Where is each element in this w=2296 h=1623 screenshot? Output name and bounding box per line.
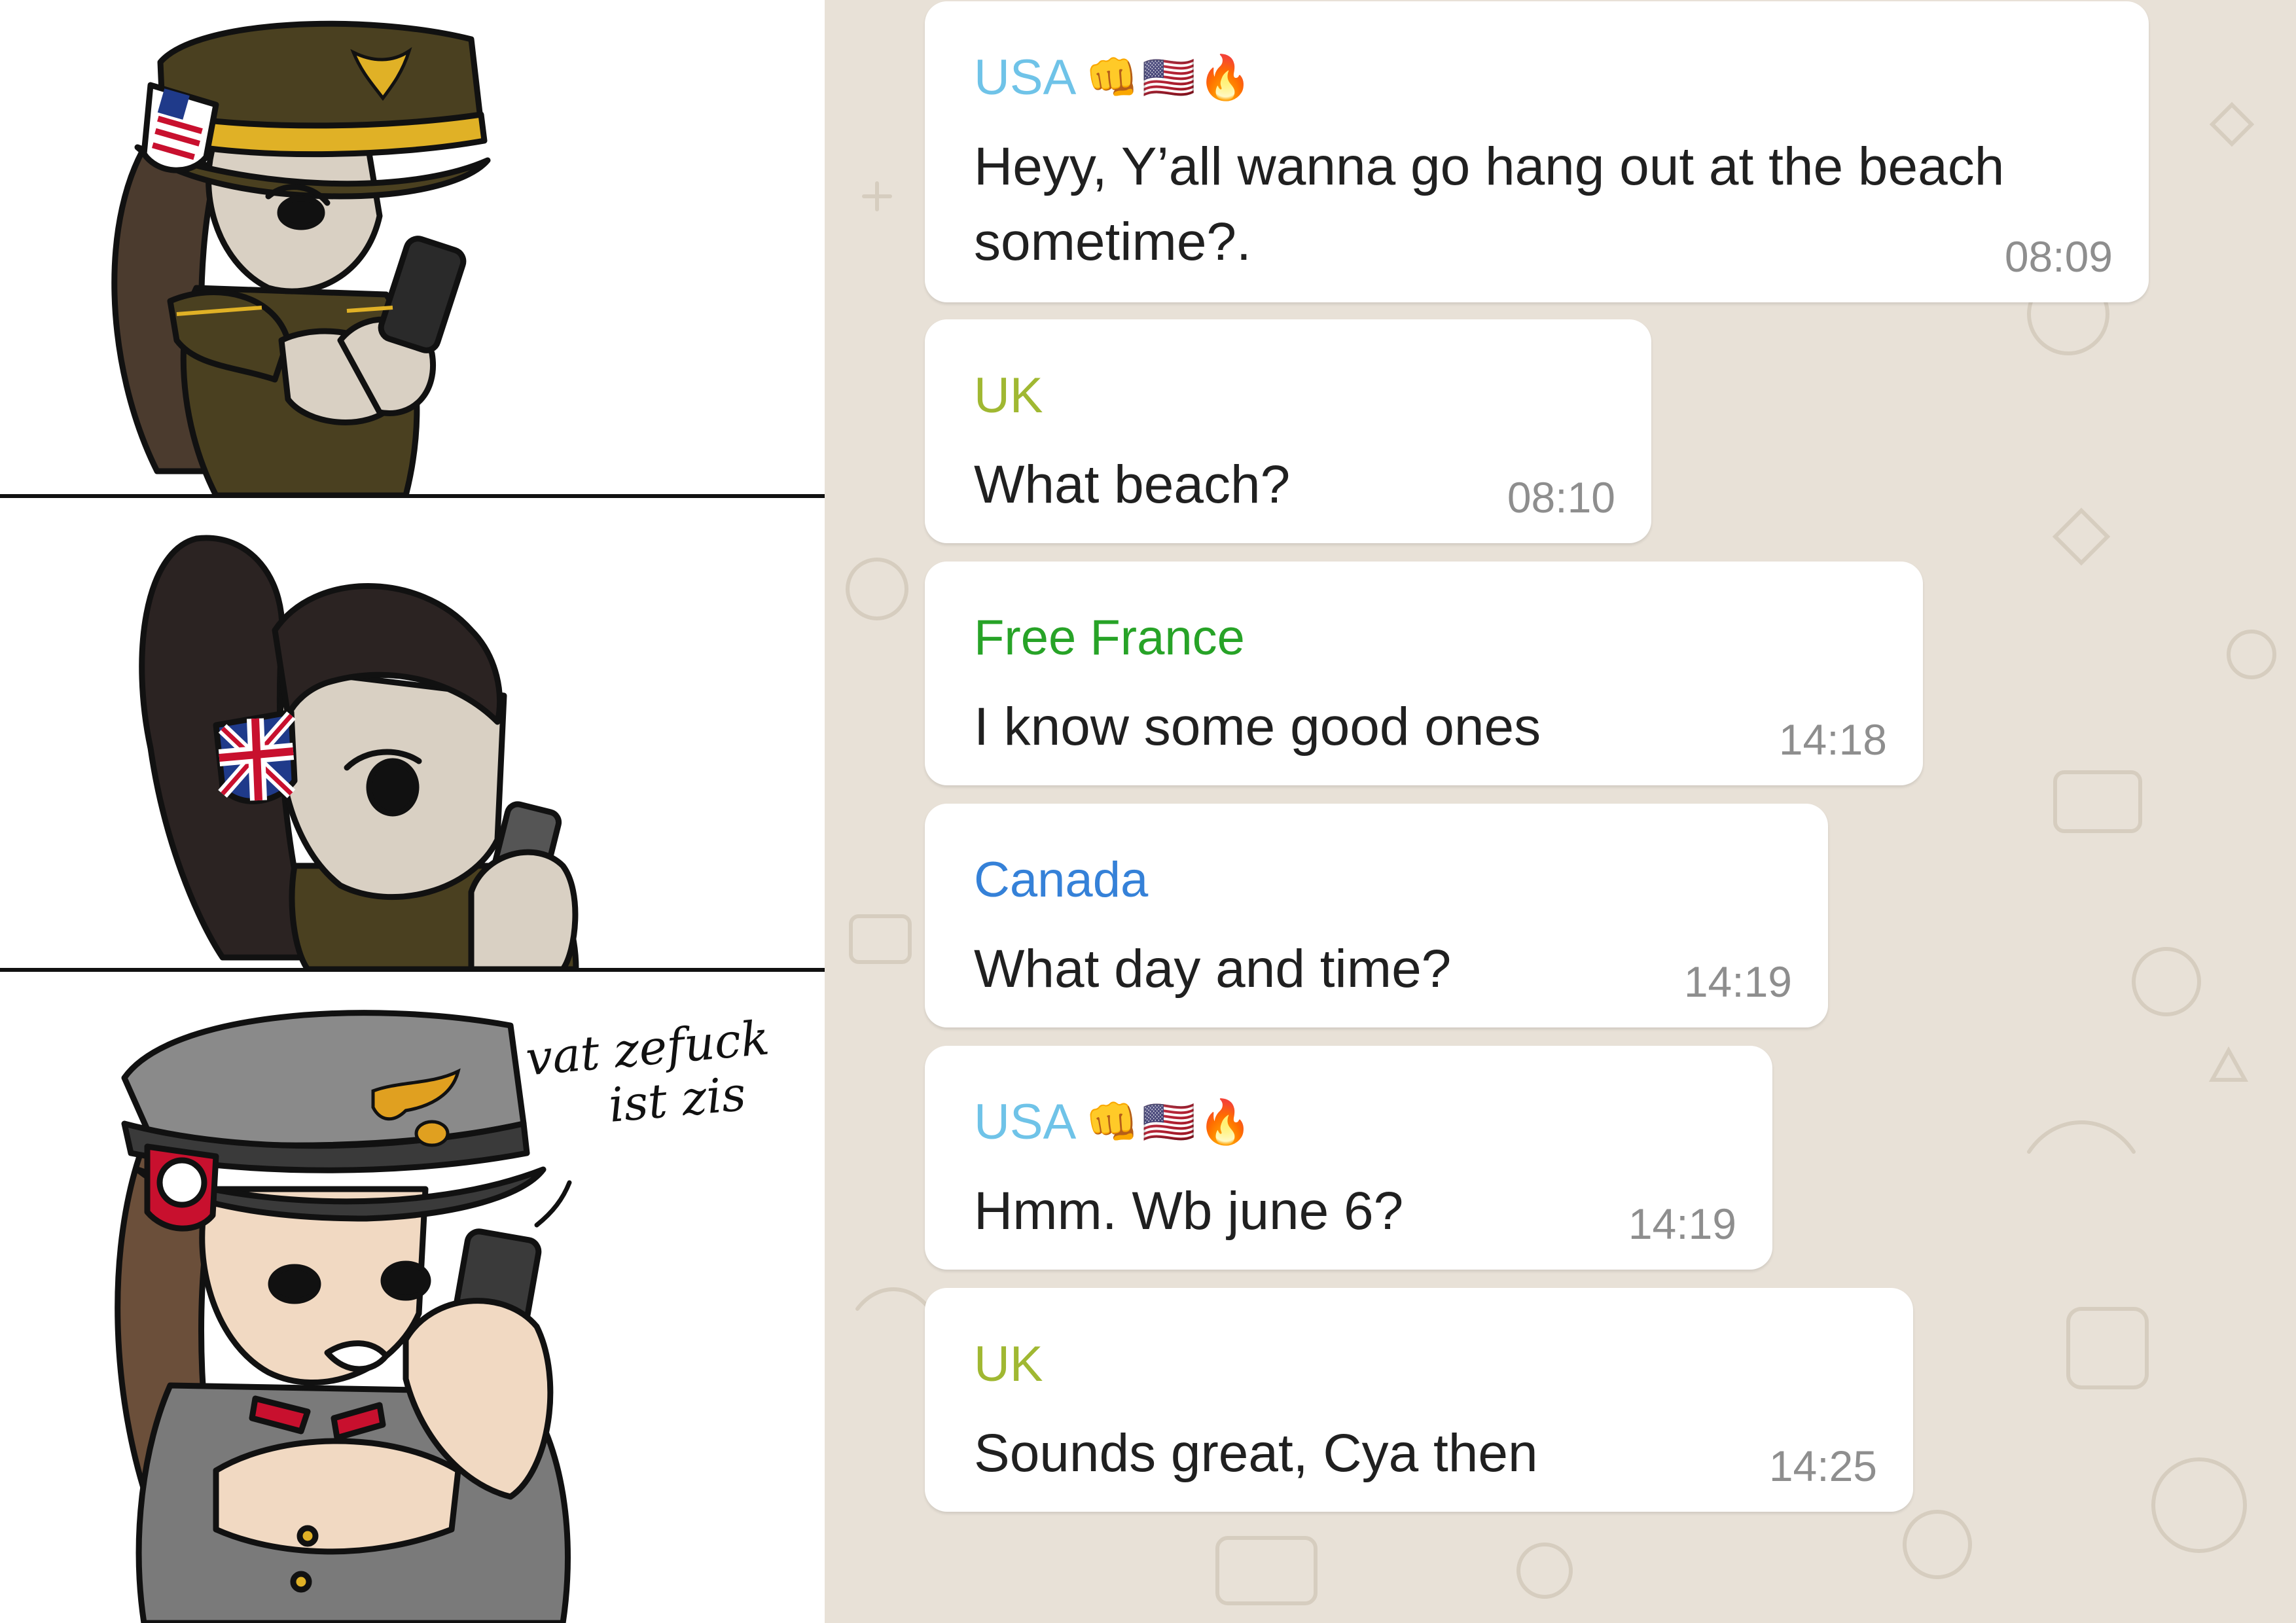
sender-name: USA [974,1094,1077,1150]
message-bubble[interactable]: USA 👊🇺🇸🔥 Heyy, Y’all wanna go hang out at… [925,1,2149,302]
message-timestamp: 14:19 [1628,1200,1736,1248]
message-sender[interactable]: UK [974,1335,1043,1394]
comic-panel-usa [0,0,825,495]
sender-name: USA [974,50,1077,105]
message-bubble[interactable]: Free France I know some good ones 14:18 [925,562,1923,785]
comic-panel-germany: vat zefuck ist zis [0,973,825,1623]
message-text: Sounds great, Cya then [974,1423,1538,1483]
message-sender[interactable]: Canada [974,851,1148,910]
message-text: Hmm. Wb june 6? [974,1181,1404,1241]
message-text: What beach? [974,455,1291,514]
message-sender[interactable]: USA 👊🇺🇸🔥 [974,1093,1255,1152]
message-timestamp: 14:19 [1683,957,1792,1006]
sender-emoji-badges: 👊🇺🇸🔥 [1085,1097,1255,1147]
message-bubble[interactable]: UK Sounds great, Cya then 14:25 [925,1288,1913,1512]
panel-divider [0,494,825,498]
message-sender[interactable]: Free France [974,609,1245,668]
sender-name: Free France [974,610,1245,666]
sender-name: Canada [974,852,1149,908]
speech-caption: vat zefuck ist zis [524,1010,776,1139]
message-text: I know some good ones [974,697,1541,757]
message-timestamp: 14:18 [1778,715,1887,764]
message-sender[interactable]: UK [974,366,1043,425]
message-timestamp: 08:10 [1507,473,1615,522]
message-sender[interactable]: USA 👊🇺🇸🔥 [974,48,1255,107]
sender-name: UK [974,368,1043,423]
comic-strip: vat zefuck ist zis [0,0,825,1623]
message-text: What day and time? [974,939,1452,999]
sender-name: UK [974,1336,1043,1392]
message-text: Heyy, Y’all wanna go hang out at the bea… [974,137,2020,272]
sender-emoji-badges: 👊🇺🇸🔥 [1085,52,1255,103]
usa-character-drawing [111,20,491,495]
message-timestamp: 14:25 [1768,1442,1877,1490]
chat-view[interactable]: USA 👊🇺🇸🔥 Heyy, Y’all wanna go hang out at… [825,0,2296,1623]
message-timestamp: 08:09 [2004,232,2113,281]
message-bubble[interactable]: UK What beach? 08:10 [925,319,1651,543]
uk-character-drawing [139,535,579,969]
comic-panel-uk [0,499,825,969]
message-bubble[interactable]: USA 👊🇺🇸🔥 Hmm. Wb june 6? 14:19 [925,1046,1772,1270]
panel-divider [0,968,825,972]
message-bubble[interactable]: Canada What day and time? 14:19 [925,804,1828,1027]
